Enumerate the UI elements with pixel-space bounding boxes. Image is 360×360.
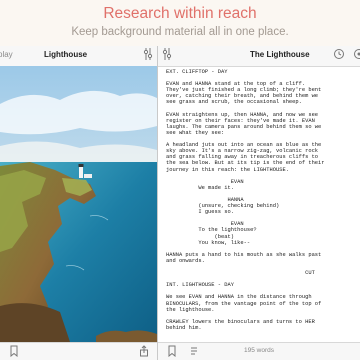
- editor-bottom-bar: 195 words: [158, 342, 360, 360]
- format-settings-icon-glyph: [162, 48, 172, 60]
- promo-banner: Research within reach Keep background ma…: [0, 0, 360, 46]
- script-editor[interactable]: EXT. CLIFFTOP - DAY EVAN and HANNA stand …: [166, 69, 360, 331]
- back-button[interactable]: play: [0, 50, 13, 59]
- settings-icon-glyph: [143, 48, 153, 60]
- bookmark-icon[interactable]: [8, 345, 20, 359]
- app-window: play Lighthouse The Lighthouse EXT. CLIF…: [0, 46, 360, 360]
- lighthouse-photo: [0, 66, 157, 342]
- settings-icon[interactable]: [141, 47, 155, 63]
- script-line[interactable]: behind him.: [166, 325, 360, 331]
- research-title: Lighthouse: [44, 50, 88, 59]
- editor-toolbar: The Lighthouse: [158, 46, 360, 67]
- document-title: The Lighthouse: [250, 50, 310, 59]
- research-toolbar: play Lighthouse: [0, 46, 157, 67]
- clock-icon[interactable]: [332, 47, 346, 63]
- clock-icon-glyph: [334, 49, 344, 59]
- format-settings-icon[interactable]: [160, 47, 174, 63]
- word-count: 195 words: [244, 347, 274, 354]
- pane-divider[interactable]: [157, 46, 158, 360]
- share-icon-glyph: [140, 345, 148, 357]
- promo-subtitle: Keep background material all in one plac…: [71, 26, 289, 38]
- bookmark-icon-glyph: [10, 345, 18, 358]
- promo-title: Research within reach: [103, 5, 257, 22]
- research-image-lighthouse[interactable]: [0, 66, 157, 342]
- target-icon[interactable]: [352, 47, 360, 63]
- target-icon-glyph: [354, 49, 360, 59]
- research-bottom-bar: [0, 342, 157, 360]
- share-icon[interactable]: [138, 345, 150, 359]
